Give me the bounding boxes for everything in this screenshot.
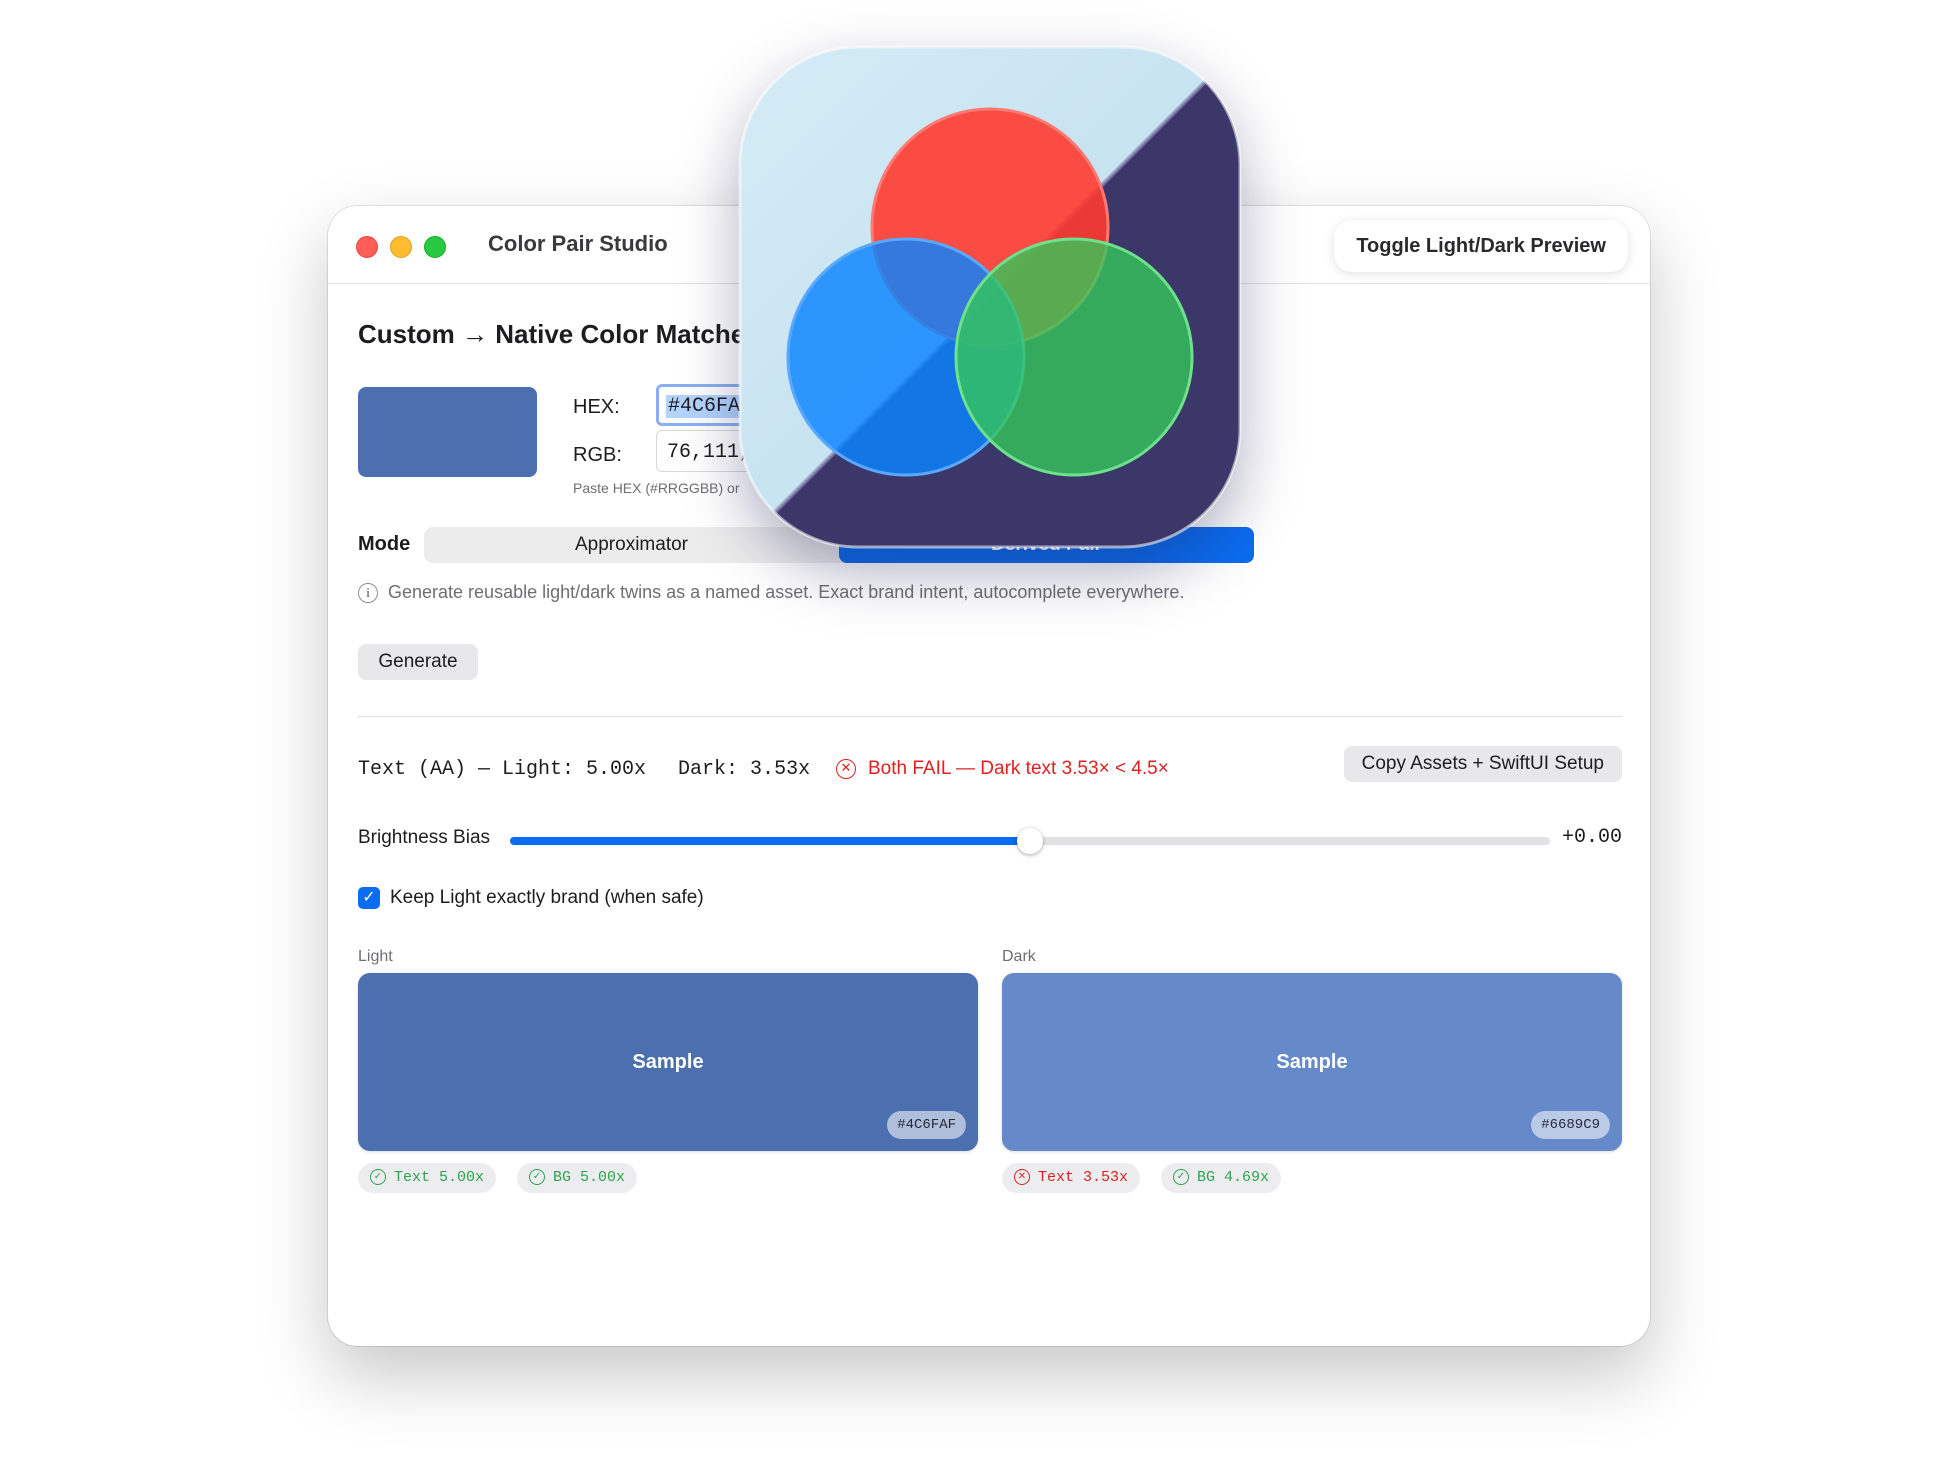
light-swatch-caption: Light: [358, 948, 393, 965]
badge-status-icon: ✓: [1173, 1169, 1189, 1186]
keep-light-label[interactable]: Keep Light exactly brand (when safe): [390, 887, 704, 909]
dark-swatch: Sample #6689C9: [1002, 973, 1622, 1151]
dark-bg-contrast-badge: ✓ BG 4.69x: [1161, 1163, 1282, 1193]
keep-light-checkbox[interactable]: ✓: [358, 887, 380, 909]
light-hex-badge: #4C6FAF: [887, 1111, 966, 1139]
contrast-readout: Text (AA) — Light: 5.00x Dark: 3.53x: [358, 758, 810, 781]
close-window-button[interactable]: [356, 236, 378, 258]
toggle-light-dark-preview-button[interactable]: Toggle Light/Dark Preview: [1334, 220, 1628, 272]
badge-status-icon: ✕: [1014, 1169, 1030, 1186]
generate-button[interactable]: Generate: [358, 644, 478, 680]
badge-text: BG 4.69x: [1197, 1169, 1270, 1186]
info-icon: i: [358, 583, 378, 604]
badge-text: BG 5.00x: [553, 1169, 626, 1186]
slider-knob[interactable]: [1017, 828, 1043, 854]
badge-status-icon: ✓: [529, 1169, 545, 1186]
color-preview-swatch: [358, 387, 537, 477]
mode-description: i Generate reusable light/dark twins as a…: [358, 582, 1184, 608]
badge-text: Text 3.53x: [1038, 1169, 1129, 1186]
light-bg-contrast-badge: ✓ BG 5.00x: [517, 1163, 638, 1193]
brightness-bias-slider[interactable]: [510, 828, 1550, 854]
rgb-venn-app-icon: [738, 45, 1242, 549]
fail-x-icon: ✕: [836, 758, 856, 779]
dark-swatch-caption: Dark: [1002, 948, 1036, 965]
zoom-window-button[interactable]: [424, 236, 446, 258]
contrast-dark-text: Dark: 3.53x: [678, 758, 811, 781]
contrast-light-text: Text (AA) — Light: 5.00x: [358, 758, 647, 781]
light-sample-text: Sample: [632, 1051, 704, 1073]
contrast-status-text: Both FAIL — Dark text 3.53× < 4.5×: [868, 758, 1169, 779]
light-swatch: Sample #4C6FAF: [358, 973, 978, 1151]
light-text-contrast-badge: ✓ Text 5.00x: [358, 1163, 497, 1193]
badge-text: Text 5.00x: [394, 1169, 485, 1186]
minimize-window-button[interactable]: [390, 236, 412, 258]
copy-assets-button[interactable]: Copy Assets + SwiftUI Setup: [1343, 746, 1622, 782]
dark-sample-text: Sample: [1276, 1051, 1348, 1073]
mode-label: Mode: [358, 533, 411, 555]
window-title: Color Pair Studio: [488, 231, 668, 256]
badge-status-icon: ✓: [370, 1169, 386, 1186]
dark-text-contrast-badge: ✕ Text 3.53x: [1002, 1163, 1141, 1193]
mode-description-text: Generate reusable light/dark twins as a …: [388, 582, 1185, 602]
rgb-label: RGB:: [573, 444, 622, 466]
brightness-bias-label: Brightness Bias: [358, 827, 491, 848]
hex-label: HEX:: [573, 396, 620, 418]
slider-fill: [510, 837, 1030, 845]
contrast-status: ✕ Both FAIL — Dark text 3.53× < 4.5×: [836, 758, 1169, 780]
input-hint: Paste HEX (#RRGGBB) or: [573, 480, 740, 496]
section-title: Custom → Native Color Matcher: [358, 319, 756, 349]
brightness-bias-value: +0.00: [1561, 826, 1622, 849]
dark-hex-badge: #6689C9: [1531, 1111, 1610, 1139]
divider: [358, 716, 1622, 717]
